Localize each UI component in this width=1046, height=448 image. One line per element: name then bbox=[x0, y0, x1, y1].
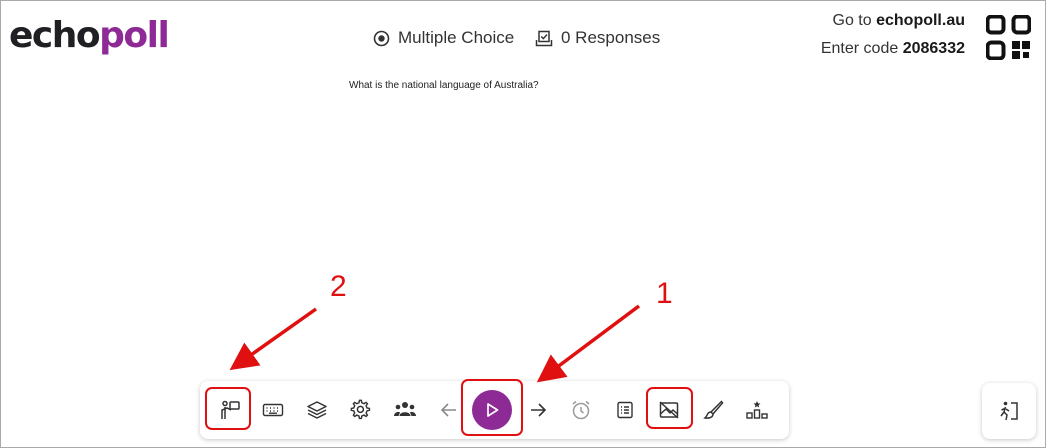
arrow-to-presenter-view bbox=[229, 307, 318, 371]
callout-label-2: 2 bbox=[330, 270, 347, 303]
callout-arrows bbox=[229, 304, 641, 383]
callout-label-1: 1 bbox=[656, 277, 673, 310]
arrow-to-play bbox=[536, 304, 641, 383]
